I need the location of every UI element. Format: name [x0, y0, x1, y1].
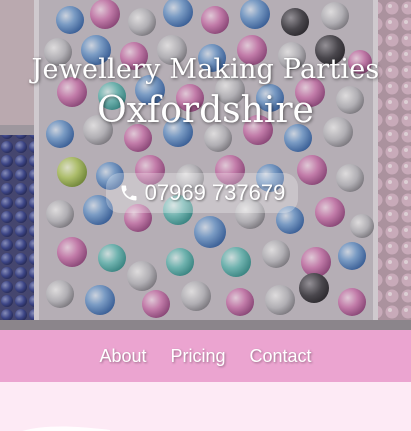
site-subtitle-location: Oxfordshire	[97, 90, 314, 131]
hero-banner: Jewellery Making Parties Oxfordshire 079…	[0, 0, 411, 330]
site-title: Jewellery Making Parties	[31, 54, 380, 85]
hero-overlay	[0, 0, 411, 330]
main-navigation: About Pricing Contact	[0, 330, 411, 382]
nav-link-about[interactable]: About	[99, 346, 146, 367]
phone-number: 07969 737679	[144, 180, 286, 205]
nav-link-pricing[interactable]: Pricing	[170, 346, 225, 367]
decorative-brush-stroke	[22, 426, 110, 431]
nav-link-contact[interactable]: Contact	[250, 346, 312, 367]
phone-icon	[121, 185, 137, 201]
main-content	[0, 382, 411, 431]
page: Jewellery Making Parties Oxfordshire 079…	[0, 0, 411, 431]
phone-call-button[interactable]: 07969 737679	[106, 173, 298, 213]
